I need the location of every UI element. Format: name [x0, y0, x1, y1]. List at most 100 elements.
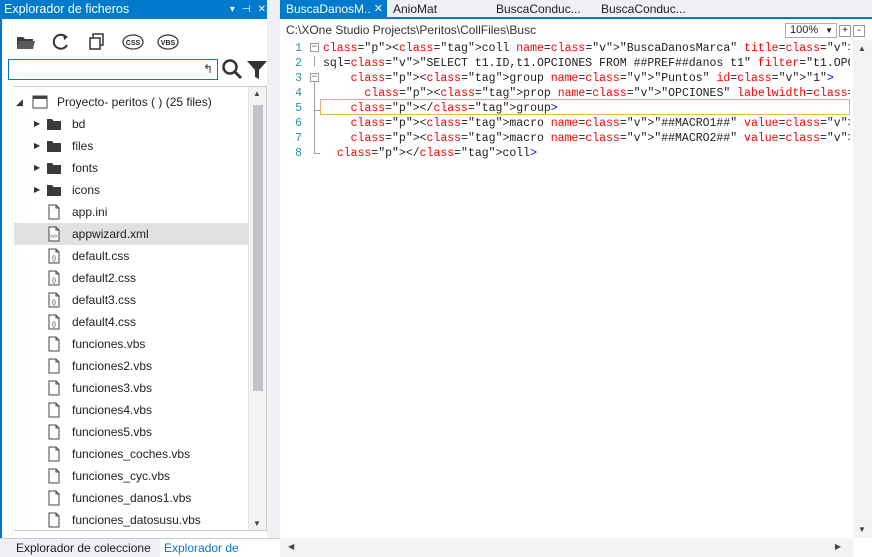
bottom-tab-strip: Explorador de coleccione Explorador de f…	[0, 538, 280, 557]
tree-item-label: funciones4.vbs	[72, 403, 153, 417]
line-number: 2	[295, 57, 302, 70]
expand-arrow-icon[interactable]: ◢	[16, 91, 23, 113]
tree-root[interactable]: ◢ Proyecto- peritos ( ) (25 files)	[14, 91, 248, 113]
tab-collections-explorer[interactable]: Explorador de coleccione	[12, 539, 155, 557]
zoom-select[interactable]: 100% ▼	[785, 23, 837, 38]
code-line: class="p"><class="tag">coll name=class="…	[323, 42, 850, 55]
vbs-icon[interactable]: VBS	[157, 32, 179, 52]
fold-toggle-icon[interactable]: −	[310, 43, 319, 52]
search-input[interactable]	[9, 60, 189, 79]
fold-guide	[314, 153, 320, 154]
panel-border	[0, 19, 2, 539]
tree-item-label: funciones5.vbs	[72, 425, 153, 439]
line-number: 7	[295, 132, 302, 145]
tab-busca-conduc-1[interactable]: BuscaConduc...	[490, 0, 590, 19]
tree-folder-bd[interactable]: ▶ bd	[14, 113, 248, 135]
line-number: 1	[295, 42, 302, 55]
tree-file[interactable]: funciones5.vbs	[14, 421, 248, 443]
tree-folder-files[interactable]: ▶ files	[14, 135, 248, 157]
scroll-down-icon[interactable]: ▼	[253, 519, 261, 528]
tree-item-label: fonts	[72, 161, 99, 175]
scroll-down-icon[interactable]: ▼	[858, 525, 866, 534]
tree-file[interactable]: {} default4.css	[14, 311, 248, 333]
file-icon	[48, 424, 60, 440]
panel-title-bar: Explorador de ficheros ▾ ⊣ ✕	[0, 0, 272, 19]
editor-vertical-scrollbar[interactable]: ▲ ▼	[853, 40, 872, 538]
css-icon[interactable]: CSS	[122, 32, 144, 52]
expand-arrow-icon[interactable]: ▶	[34, 135, 40, 157]
svg-text:{}: {}	[52, 256, 56, 262]
open-folder-icon[interactable]	[16, 32, 36, 52]
editor-horizontal-scrollbar[interactable]: ◀ ▶	[280, 538, 853, 557]
clear-search-icon[interactable]: ↰	[203, 62, 213, 76]
tab-busca-danos-marca[interactable]: BuscaDanosM.. ✕	[280, 0, 387, 19]
line-number: 5	[295, 102, 302, 115]
panel-title: Explorador de ficheros	[4, 2, 130, 16]
scroll-thumb[interactable]	[253, 105, 263, 391]
tree-item-label: default2.css	[72, 271, 137, 285]
tree-item-label: icons	[72, 183, 101, 197]
tree-file[interactable]: funciones.vbs	[14, 333, 248, 355]
tree-item-label: funciones_coches.vbs	[72, 447, 191, 461]
scroll-up-icon[interactable]: ▲	[253, 89, 261, 98]
css-icon-text: CSS	[126, 40, 141, 47]
tree-scrollbar[interactable]: ▲ ▼	[248, 87, 266, 530]
tree-file[interactable]: funciones2.vbs	[14, 355, 248, 377]
close-icon[interactable]: ✕	[258, 0, 266, 19]
search-icon[interactable]	[221, 58, 243, 80]
file-tree: ◢ Proyecto- peritos ( ) (25 files) ▶ bd ▶ f…	[14, 86, 267, 531]
tab-busca-conduc-2[interactable]: BuscaConduc...	[595, 0, 695, 19]
tree-file[interactable]: funciones_datosusu.vbs	[14, 509, 248, 530]
tab-files-explorer[interactable]: Explorador de ficheros	[160, 539, 280, 557]
tree-file[interactable]: {} default2.css	[14, 267, 248, 289]
css-file-icon: {}	[48, 270, 60, 286]
tree-file[interactable]: funciones4.vbs	[14, 399, 248, 421]
expand-arrow-icon[interactable]: ▶	[34, 179, 40, 201]
splitter[interactable]	[267, 0, 280, 557]
tree-file[interactable]: funciones_cyc.vbs	[14, 465, 248, 487]
scroll-up-icon[interactable]: ▲	[858, 44, 866, 53]
code-editor[interactable]: − − 1 2 3 4 5 6 7 8 class="p"><class="tag">coll …	[280, 40, 850, 538]
pin-icon[interactable]: ⊣	[242, 0, 251, 19]
code-line: class="p"></class="tag">group>	[350, 102, 558, 115]
expand-arrow-icon[interactable]: ▶	[34, 157, 40, 179]
tree-file[interactable]: {} default3.css	[14, 289, 248, 311]
tree-item-label: funciones3.vbs	[72, 381, 153, 395]
tree-item-label: funciones_danos1.vbs	[72, 491, 192, 505]
tree-folder-icons[interactable]: ▶ icons	[14, 179, 248, 201]
code-line: class="p"><class="tag">group name=class=…	[350, 72, 834, 85]
scroll-left-icon[interactable]: ◀	[288, 542, 294, 551]
tree-file[interactable]: </> appwizard.xml	[14, 223, 248, 245]
copy-icon[interactable]	[87, 32, 107, 52]
dropdown-icon[interactable]: ▾	[230, 0, 235, 19]
tree-folder-fonts[interactable]: ▶ fonts	[14, 157, 248, 179]
expand-arrow-icon[interactable]: ▶	[34, 113, 40, 135]
tree-file[interactable]: funciones_danos1.vbs	[14, 487, 248, 509]
xml-file-icon: </>	[48, 226, 60, 242]
svg-text:{}: {}	[52, 300, 56, 306]
refresh-icon[interactable]	[51, 32, 71, 52]
zoom-in-button[interactable]: +	[839, 25, 851, 37]
tree-file[interactable]: {} default.css	[14, 245, 248, 267]
tree-file[interactable]: app.ini	[14, 201, 248, 223]
tree-file[interactable]: funciones3.vbs	[14, 377, 248, 399]
tree-item-label: default4.css	[72, 315, 137, 329]
tab-anio-mat[interactable]: AnioMat	[387, 0, 487, 19]
scroll-right-icon[interactable]: ▶	[835, 542, 841, 551]
editor-tab-strip: BuscaDanosM.. ✕ AnioMat BuscaConduc... B…	[280, 0, 872, 19]
close-tab-icon[interactable]: ✕	[374, 0, 383, 19]
fold-toggle-icon[interactable]: −	[310, 73, 319, 82]
file-explorer-panel: Explorador de ficheros ▾ ⊣ ✕ CSS VBS ↰ ◢…	[0, 0, 272, 557]
tab-label: BuscaConduc...	[601, 2, 686, 16]
zoom-out-button[interactable]: -	[853, 25, 865, 37]
code-line: sql=class="v">"SELECT t1.ID,t1.OPCIONES …	[323, 57, 850, 70]
svg-text:{}: {}	[52, 278, 56, 284]
chevron-down-icon: ▼	[825, 26, 833, 35]
filter-icon[interactable]	[246, 59, 268, 81]
file-icon	[48, 336, 60, 352]
explorer-toolbar: CSS VBS	[0, 22, 267, 60]
code-line: class="p"><class="tag">prop name=class="…	[364, 87, 850, 100]
tree-item-label: files	[72, 139, 94, 153]
file-icon	[48, 446, 60, 462]
tree-file[interactable]: funciones_coches.vbs	[14, 443, 248, 465]
